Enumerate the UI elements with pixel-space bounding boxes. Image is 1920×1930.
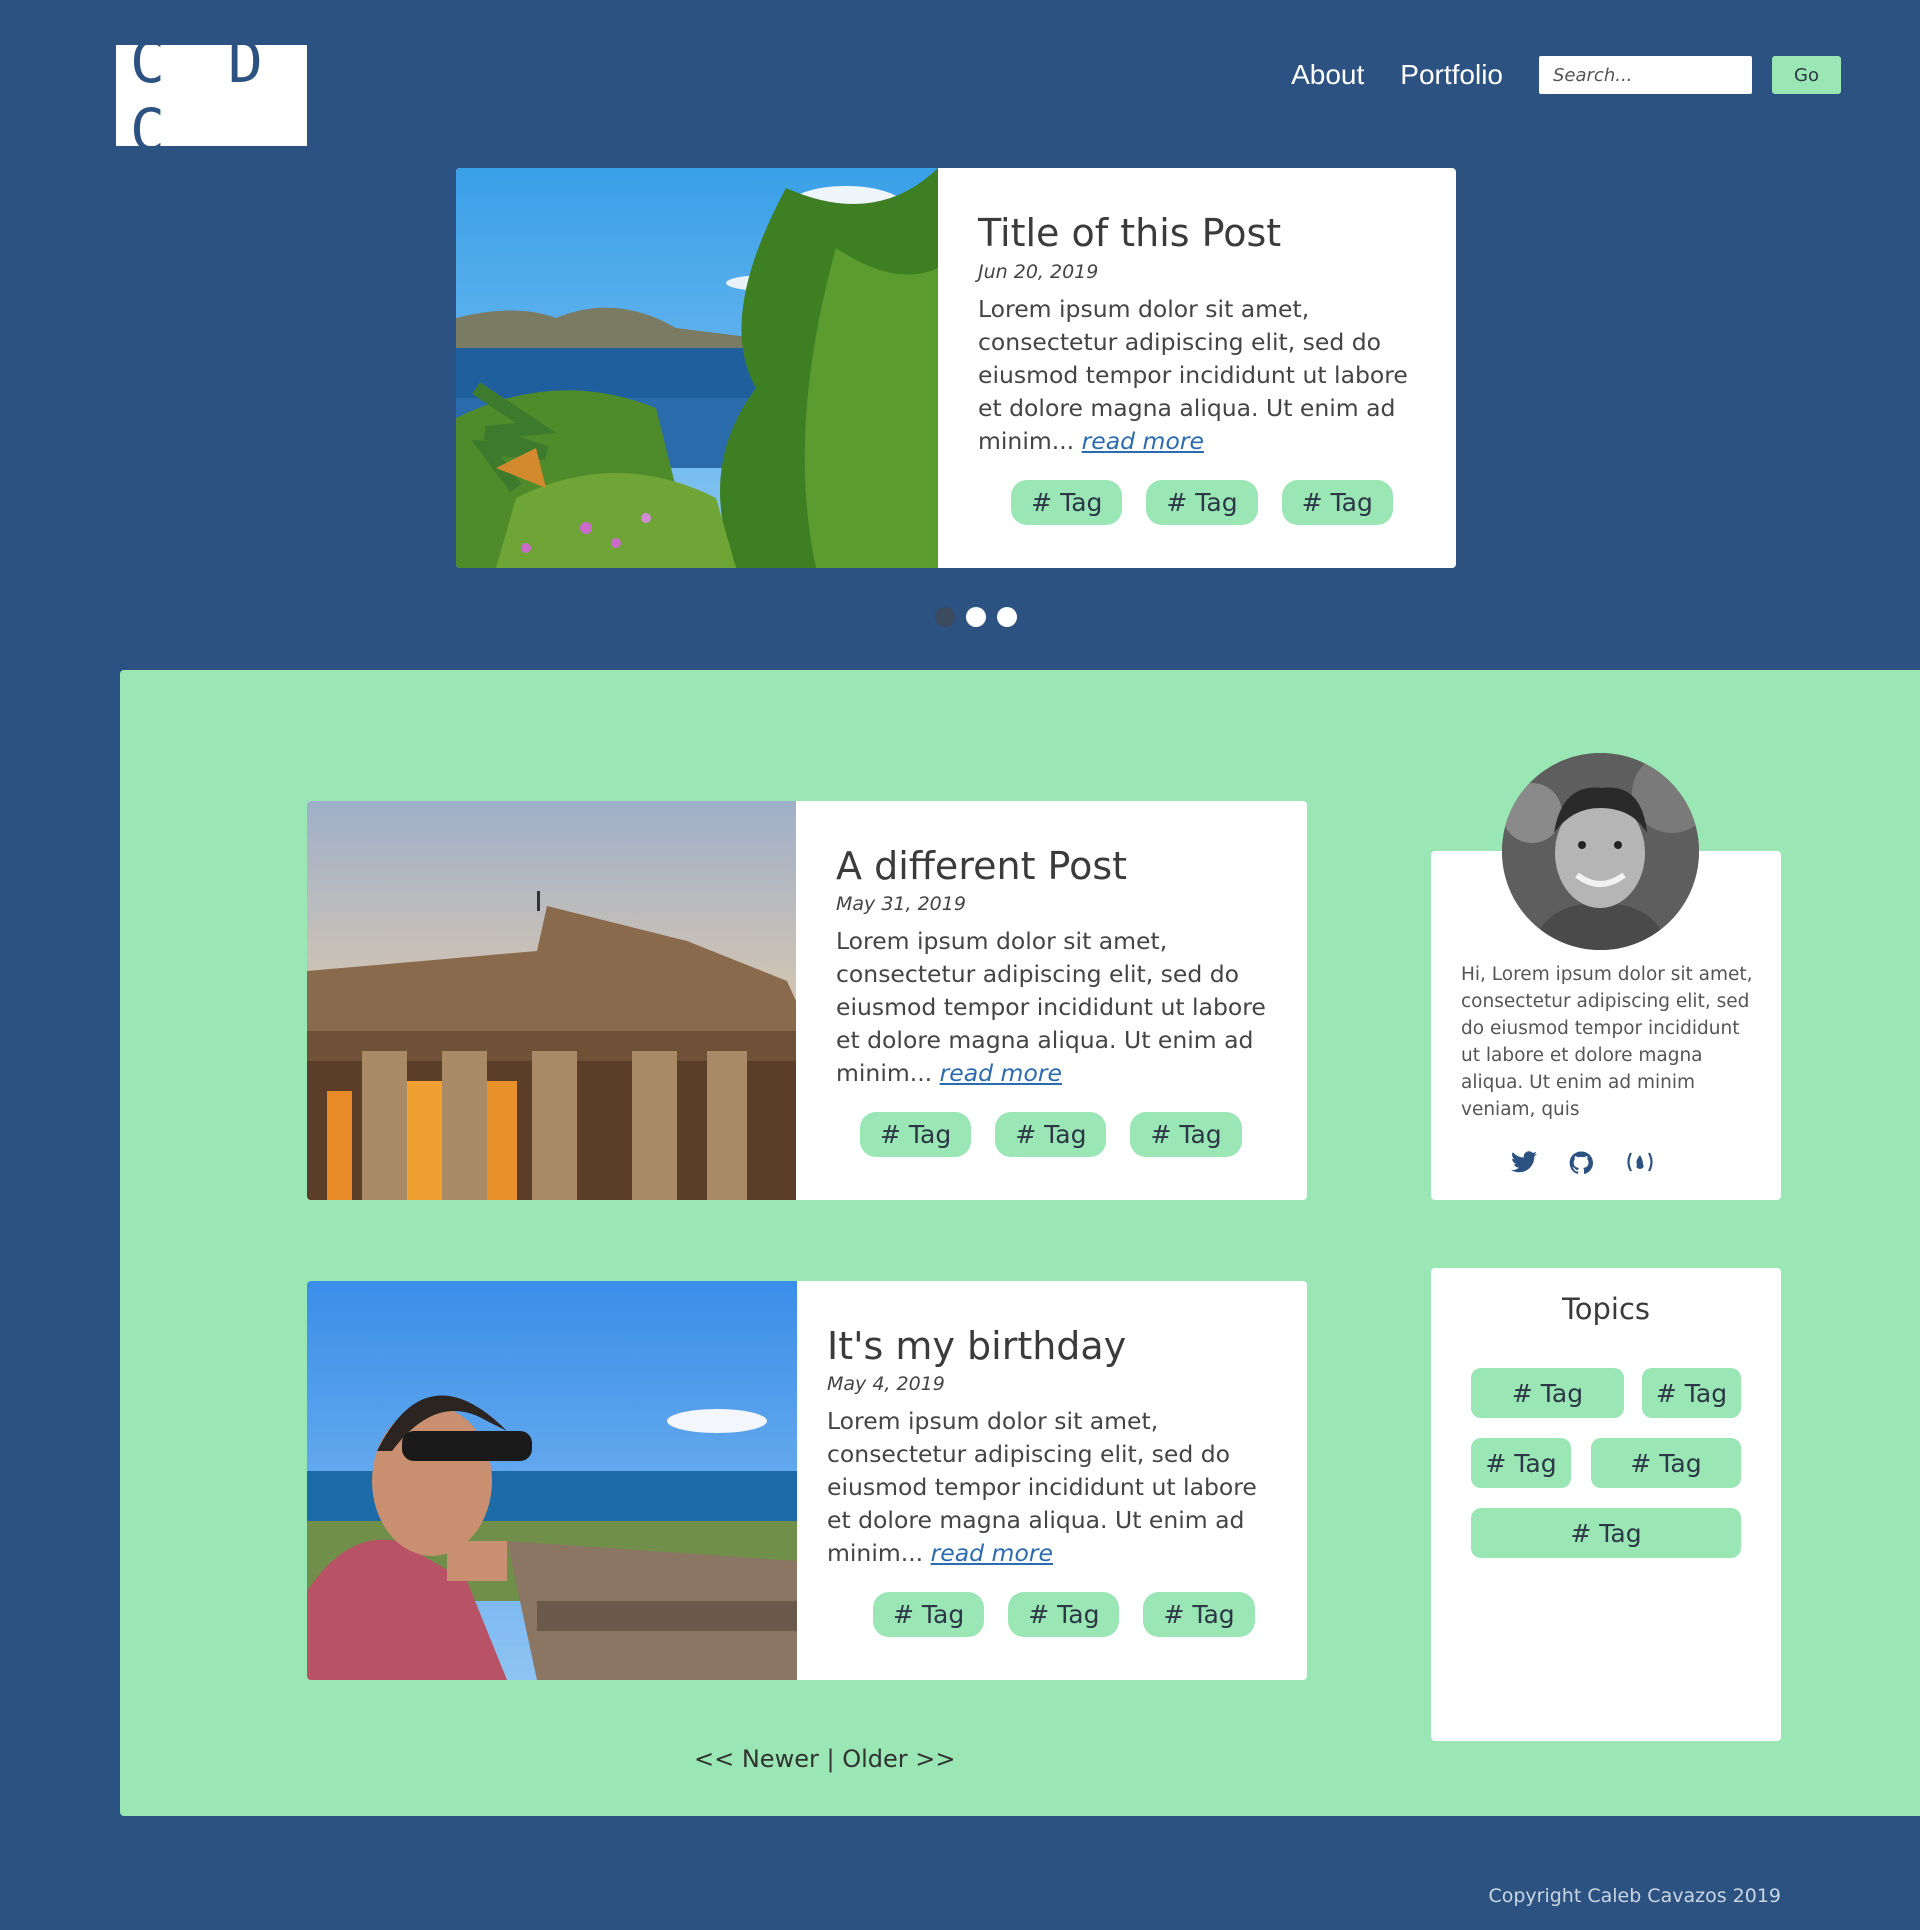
read-more-link[interactable]: read more xyxy=(1082,427,1204,455)
post-date: Jun 20, 2019 xyxy=(978,260,1099,283)
post-title[interactable]: It's my birthday xyxy=(827,1324,1277,1370)
featured-post-image[interactable] xyxy=(456,168,938,568)
topics-card: Topics # Tag # Tag # Tag # Tag # Tag xyxy=(1431,1268,1781,1741)
tag-pill[interactable]: # Tag xyxy=(1130,1112,1242,1158)
older-link[interactable]: Older >> xyxy=(842,1745,955,1773)
read-more-link[interactable]: read more xyxy=(940,1059,1062,1087)
avatar xyxy=(1502,753,1699,950)
carousel-dot-1[interactable] xyxy=(935,607,955,627)
post-body: A different Post May 31, 2019 Lorem ipsu… xyxy=(796,801,1307,1200)
post-date: May 31, 2019 xyxy=(836,893,966,916)
tag-pill[interactable]: # Tag xyxy=(1011,479,1123,525)
pagination: << Newer | Older >> xyxy=(694,1745,955,1773)
twitter-icon[interactable] xyxy=(1511,1151,1537,1175)
go-button[interactable]: Go xyxy=(1772,56,1841,94)
post-title[interactable]: Title of this Post xyxy=(978,211,1426,257)
read-more-link[interactable]: read more xyxy=(931,1539,1053,1567)
newer-link[interactable]: << Newer xyxy=(694,1745,819,1773)
topic-tag[interactable]: # Tag xyxy=(1471,1368,1624,1418)
post-image[interactable] xyxy=(307,801,796,1200)
post-image[interactable] xyxy=(307,1281,797,1680)
post-excerpt: Lorem ipsum dolor sit amet, consectetur … xyxy=(836,925,1277,1090)
tag-pill[interactable]: # Tag xyxy=(873,1592,985,1638)
carousel-dot-3[interactable] xyxy=(997,607,1017,627)
freecodecamp-icon[interactable] xyxy=(1625,1151,1655,1175)
site-logo[interactable]: C D C xyxy=(116,28,307,164)
search-input[interactable] xyxy=(1539,56,1752,94)
tag-pill[interactable]: # Tag xyxy=(1146,479,1258,525)
social-links xyxy=(1511,1151,1687,1175)
post-tags: # Tag # Tag # Tag xyxy=(827,1592,1277,1638)
post-title[interactable]: A different Post xyxy=(836,844,1277,890)
tag-pill[interactable]: # Tag xyxy=(1281,479,1393,525)
featured-post-body: Title of this Post Jun 20, 2019 Lorem ip… xyxy=(938,168,1456,568)
nav-about[interactable]: About xyxy=(1291,59,1364,91)
post-card: It's my birthday May 4, 2019 Lorem ipsum… xyxy=(307,1281,1307,1680)
pager-separator: | xyxy=(826,1745,835,1773)
about-text: Hi, Lorem ipsum dolor sit amet, consecte… xyxy=(1461,964,1753,1120)
post-date: May 4, 2019 xyxy=(827,1373,945,1396)
post-tags: # Tag # Tag # Tag xyxy=(978,479,1426,525)
copyright: Copyright Caleb Cavazos 2019 xyxy=(1488,1885,1781,1907)
top-nav: About Portfolio Go xyxy=(1291,56,1841,94)
post-excerpt: Lorem ipsum dolor sit amet, consectetur … xyxy=(978,293,1426,458)
topic-tag[interactable]: # Tag xyxy=(1591,1438,1741,1488)
featured-post-card: Title of this Post Jun 20, 2019 Lorem ip… xyxy=(456,168,1456,568)
tag-pill[interactable]: # Tag xyxy=(1008,1592,1120,1638)
tag-pill[interactable]: # Tag xyxy=(860,1112,972,1158)
post-card: A different Post May 31, 2019 Lorem ipsu… xyxy=(307,801,1307,1200)
post-excerpt: Lorem ipsum dolor sit amet, consectetur … xyxy=(827,1405,1277,1570)
carousel-dots xyxy=(935,607,1028,627)
topics-title: Topics xyxy=(1561,1292,1651,1326)
post-tags: # Tag # Tag # Tag xyxy=(836,1112,1277,1158)
nav-portfolio[interactable]: Portfolio xyxy=(1400,59,1503,91)
topic-tag[interactable]: # Tag xyxy=(1471,1508,1741,1558)
github-icon[interactable] xyxy=(1569,1151,1593,1175)
post-body: It's my birthday May 4, 2019 Lorem ipsum… xyxy=(797,1281,1307,1680)
topic-tag[interactable]: # Tag xyxy=(1642,1368,1741,1418)
tag-pill[interactable]: # Tag xyxy=(995,1112,1107,1158)
carousel-dot-2[interactable] xyxy=(966,607,986,627)
topic-tag[interactable]: # Tag xyxy=(1471,1438,1571,1488)
tag-pill[interactable]: # Tag xyxy=(1143,1592,1255,1638)
